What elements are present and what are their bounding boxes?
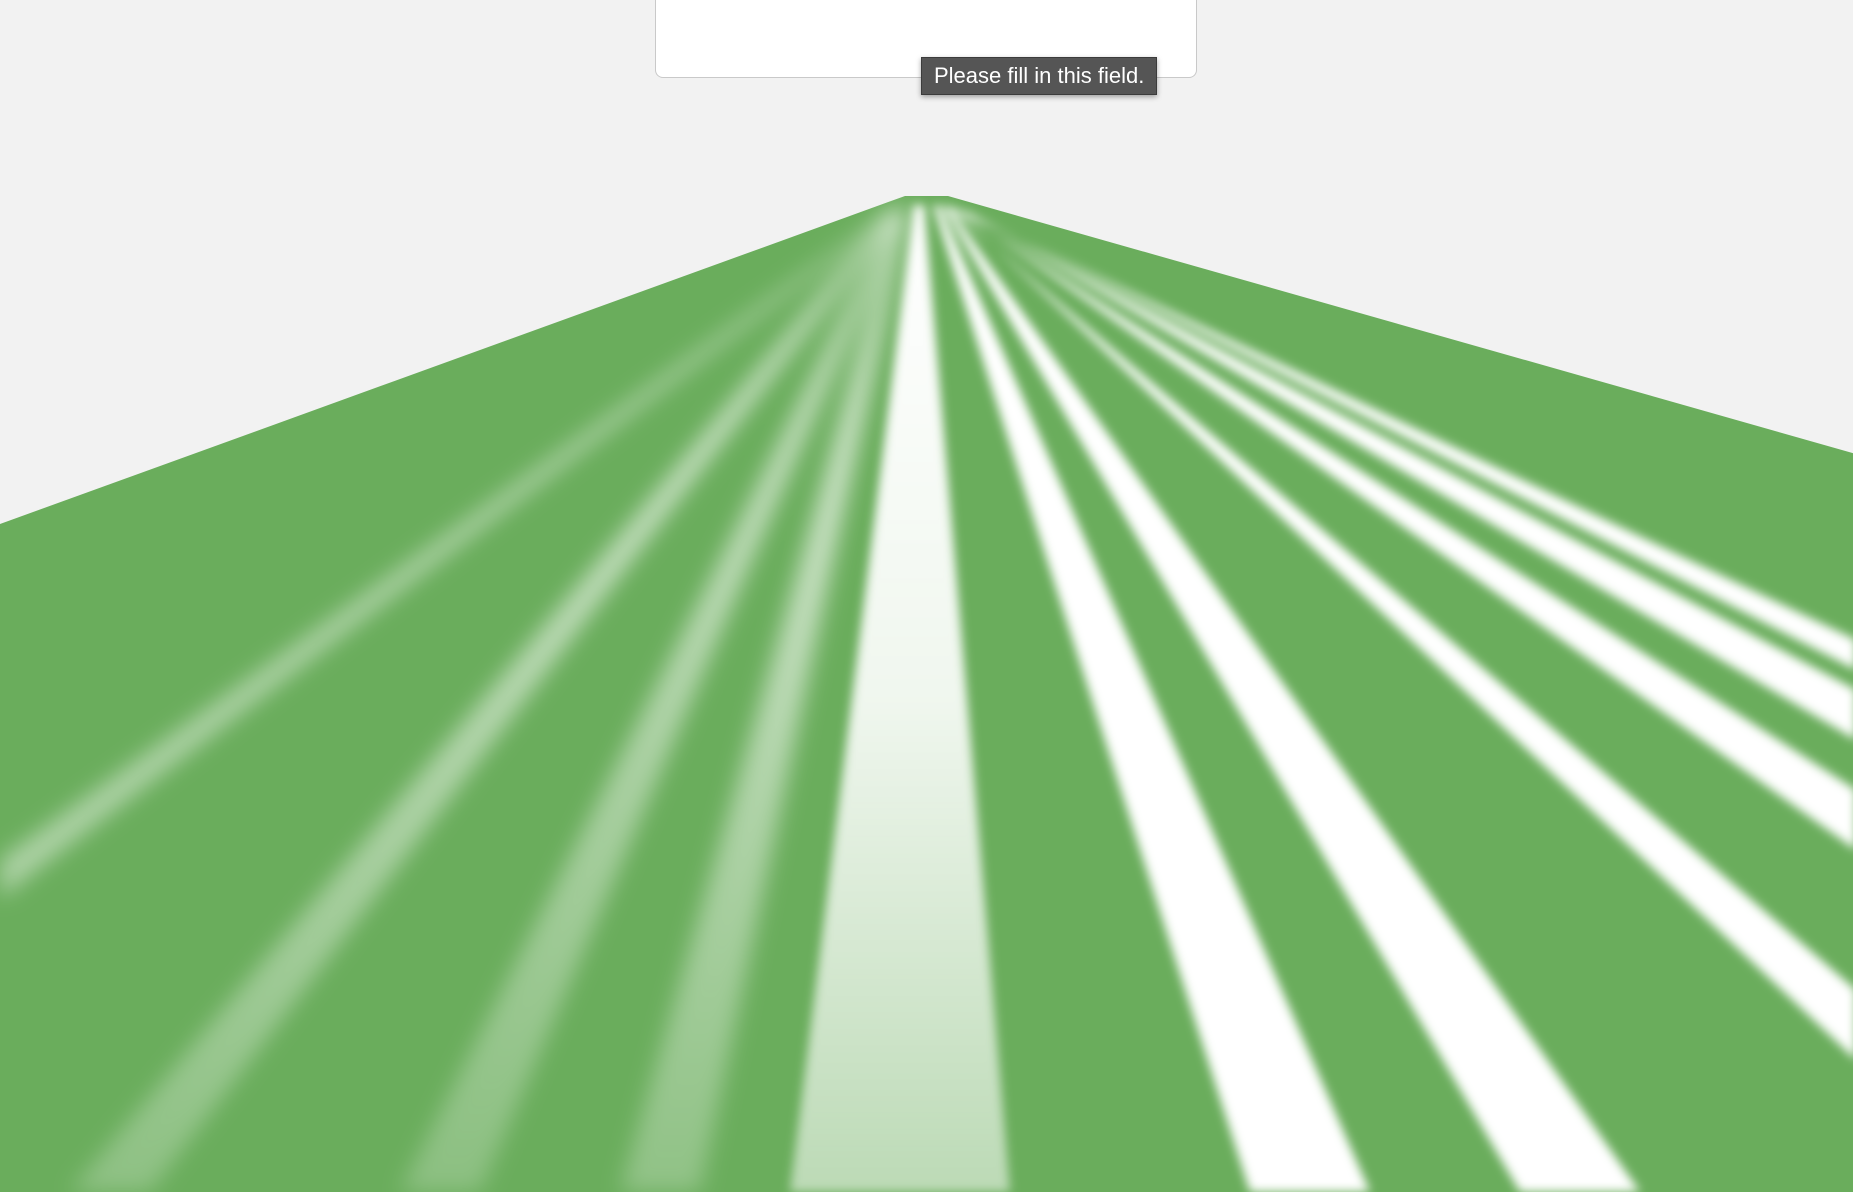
validation-tooltip: Please fill in this field. xyxy=(921,57,1158,95)
perspective-stripe-floor xyxy=(0,196,1856,1192)
page-background: Please fill in this field. xyxy=(0,0,1856,1192)
